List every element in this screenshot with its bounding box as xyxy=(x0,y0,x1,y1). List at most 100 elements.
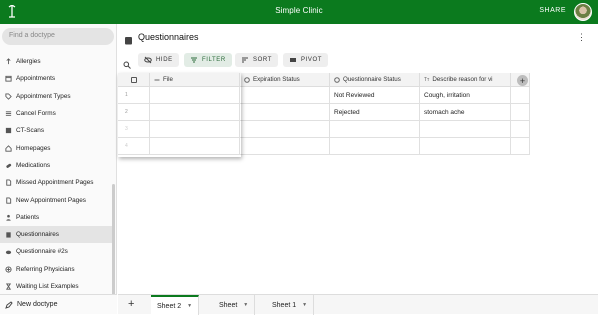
chevron-down-icon[interactable]: ▼ xyxy=(302,302,307,308)
questionnaire-status-cell[interactable]: Rejected xyxy=(330,104,420,121)
file-cell[interactable] xyxy=(150,138,240,155)
doctor-icon xyxy=(4,265,13,274)
questionnaire-status-cell[interactable] xyxy=(330,138,420,155)
status-icon xyxy=(334,77,340,83)
link-icon xyxy=(154,77,160,83)
page-title: Questionnaires xyxy=(138,32,199,42)
expiration-status-cell[interactable] xyxy=(240,138,330,155)
sidebar-item-appointment-types[interactable]: Appointment Types xyxy=(0,88,114,105)
sheet-tabs-bar: + Sheet 2 ▼ Sheet▼ Sheet 1 ▼ xyxy=(118,294,598,314)
scan-icon xyxy=(4,126,13,135)
expiration-status-cell[interactable] xyxy=(240,104,330,121)
sheet-tab[interactable]: Sheet 2 ▼ xyxy=(151,295,199,315)
sidebar-item-medications[interactable]: Medications xyxy=(0,157,114,174)
sidebar-item-label: Allergies xyxy=(16,58,41,65)
sidebar-item-label: Referring Physicians xyxy=(16,266,75,273)
add-sheet-button[interactable]: + xyxy=(128,298,134,310)
sidebar-item-referring-physicians[interactable]: Referring Physicians xyxy=(0,261,114,278)
new-doctype-button[interactable]: New doctype xyxy=(0,294,117,314)
sidebar-item-label: Appointments xyxy=(16,75,55,82)
page-icon xyxy=(4,196,13,205)
sheet-tab-label: Sheet 1 xyxy=(272,302,296,309)
sidebar-item-cancel-forms[interactable]: Cancel Forms xyxy=(0,105,114,122)
questionnaire-status-cell[interactable] xyxy=(330,121,420,138)
top-bar: Simple Clinic SHARE xyxy=(0,0,598,24)
page-header: Questionnaires ⋮ xyxy=(118,24,598,50)
sidebar-item-new-appointment-pages[interactable]: New Appointment Pages xyxy=(0,191,114,208)
sheet-tab[interactable]: Sheet▼ xyxy=(213,295,255,315)
avatar[interactable] xyxy=(574,3,592,21)
sidebar-item-label: Waiting List Examples xyxy=(16,283,79,290)
column-header-describe-reason[interactable]: TтDescribe reason for vi xyxy=(420,73,511,87)
row-number[interactable]: 4 xyxy=(118,138,150,155)
sidebar-scrollbar[interactable] xyxy=(112,184,115,304)
doctype-list: Allergies Appointments Appointment Types… xyxy=(0,53,114,295)
empty-cell xyxy=(511,104,530,121)
new-doctype-label: New doctype xyxy=(17,301,57,308)
sort-label: SORT xyxy=(253,57,272,63)
sidebar-item-label: CT-Scans xyxy=(16,127,44,134)
row-number[interactable]: 3 xyxy=(118,121,150,138)
sidebar-item-label: Questionnaires xyxy=(16,231,59,238)
reason-cell[interactable] xyxy=(420,138,511,155)
sidebar-item-label: Cancel Forms xyxy=(16,110,56,117)
more-options-icon[interactable]: ⋮ xyxy=(577,32,586,43)
hourglass-icon xyxy=(4,282,13,291)
add-column-button[interactable]: + xyxy=(517,75,528,86)
share-button[interactable]: SHARE xyxy=(539,7,566,14)
hide-button[interactable]: HIDE xyxy=(138,53,179,67)
sidebar-item-allergies[interactable]: Allergies xyxy=(0,53,114,70)
select-all-checkbox[interactable] xyxy=(131,77,137,83)
tag-icon xyxy=(4,92,13,101)
search-icon[interactable] xyxy=(123,56,131,64)
sidebar-item-homepages[interactable]: Homepages xyxy=(0,139,114,156)
main-content: Questionnaires ⋮ HIDE FILTER SORT PIVOT … xyxy=(118,24,598,314)
sidebar-item-waiting-list-examples[interactable]: Waiting List Examples xyxy=(0,278,114,295)
reason-cell[interactable]: Cough, irritation xyxy=(420,87,511,104)
sort-button[interactable]: SORT xyxy=(235,53,278,67)
clipboard-icon xyxy=(4,230,13,239)
home-icon xyxy=(4,144,13,153)
empty-cell xyxy=(511,138,530,155)
sidebar-item-patients[interactable]: Patients xyxy=(0,209,114,226)
sidebar-item-label: Appointment Types xyxy=(16,93,71,100)
sidebar: Find a doctype Allergies Appointments Ap… xyxy=(0,24,117,314)
column-label: Questionnaire Status xyxy=(343,76,401,83)
file-cell[interactable] xyxy=(150,104,240,121)
column-label: Expiration Status xyxy=(253,76,300,83)
sidebar-item-ct-scans[interactable]: CT-Scans xyxy=(0,122,114,139)
column-header-file[interactable]: File xyxy=(150,73,240,87)
questionnaire-status-cell[interactable]: Not Reviewed xyxy=(330,87,420,104)
doctype-search-input[interactable]: Find a doctype xyxy=(2,28,114,45)
sheet-tab-label: Sheet 2 xyxy=(157,303,181,310)
expiration-status-cell[interactable] xyxy=(240,121,330,138)
reason-cell[interactable] xyxy=(420,121,511,138)
chevron-down-icon[interactable]: ▼ xyxy=(243,302,248,308)
row-number[interactable]: 2 xyxy=(118,104,150,121)
filter-label: FILTER xyxy=(202,57,226,63)
pivot-label: PIVOT xyxy=(301,57,322,63)
allergy-icon xyxy=(4,57,13,66)
pivot-icon xyxy=(289,56,297,64)
toolbar: HIDE FILTER SORT PIVOT xyxy=(118,53,598,68)
column-header-questionnaire-status[interactable]: Questionnaire Status xyxy=(330,73,420,87)
row-number[interactable]: 1 xyxy=(118,87,150,104)
sheet-tab[interactable]: Sheet 1 ▼ xyxy=(266,295,314,315)
filter-icon xyxy=(190,56,198,64)
sidebar-item-questionnaires[interactable]: Questionnaires xyxy=(0,226,114,243)
sidebar-item-appointments[interactable]: Appointments xyxy=(0,70,114,87)
pivot-button[interactable]: PIVOT xyxy=(283,53,328,67)
expiration-status-cell[interactable] xyxy=(240,87,330,104)
sidebar-item-label: Missed Appointment Pages xyxy=(16,179,93,186)
sidebar-item-questionnaire-2s[interactable]: Questionnaire #2s xyxy=(0,243,114,260)
column-header-expiration-status[interactable]: Expiration Status xyxy=(240,73,330,87)
sidebar-item-label: Patients xyxy=(16,214,39,221)
filter-button[interactable]: FILTER xyxy=(184,53,232,67)
sidebar-item-missed-appointment-pages[interactable]: Missed Appointment Pages xyxy=(0,174,114,191)
clipboard-icon xyxy=(124,32,133,41)
reason-cell[interactable]: stomach ache xyxy=(420,104,511,121)
select-all-cell[interactable] xyxy=(118,73,150,87)
chevron-down-icon[interactable]: ▼ xyxy=(187,303,192,309)
file-cell[interactable] xyxy=(150,87,240,104)
file-cell[interactable] xyxy=(150,121,240,138)
